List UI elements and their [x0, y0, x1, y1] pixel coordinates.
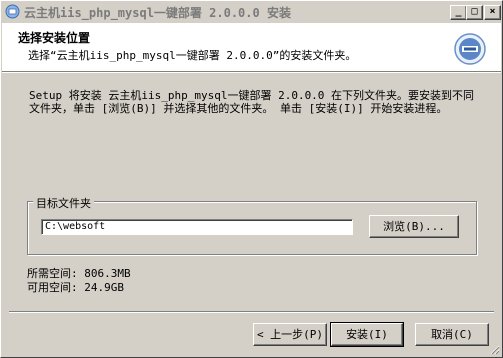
destination-group-label: 目标文件夹 — [33, 195, 94, 211]
installer-logo-icon — [454, 33, 486, 65]
install-button[interactable]: 安装(I) — [330, 322, 404, 347]
minimize-icon: _ — [455, 6, 462, 17]
footer-divider — [9, 311, 494, 313]
maximize-button[interactable]: □ — [466, 5, 483, 20]
page-subtitle: 选择“云主机iis_php_mysql一键部署 2.0.0.0”的安装文件夹。 — [28, 49, 357, 62]
browse-button[interactable]: 浏览(B)... — [369, 215, 459, 238]
title-bar[interactable]: 云主机iis_php_mysql一键部署 2.0.0.0 安装 _ □ × — [2, 2, 501, 21]
resize-grip-icon[interactable] — [488, 343, 500, 355]
minimize-button[interactable]: _ — [450, 5, 467, 20]
close-button[interactable]: × — [484, 5, 501, 20]
app-icon — [5, 4, 20, 19]
close-icon: × — [489, 6, 496, 17]
cancel-button[interactable]: 取消(C) — [415, 323, 489, 346]
instructions-text: Setup 将安装 云主机iis_php_mysql一键部署 2.0.0.0 在… — [29, 89, 475, 115]
header-panel: 选择安装位置 选择“云主机iis_php_mysql一键部署 2.0.0.0”的… — [2, 23, 501, 72]
maximize-icon: □ — [471, 6, 478, 17]
back-button[interactable]: < 上一步(P) — [253, 323, 327, 346]
window-title: 云主机iis_php_mysql一键部署 2.0.0.0 安装 — [24, 6, 291, 20]
page-title: 选择安装位置 — [18, 31, 91, 45]
destination-path-input[interactable] — [41, 219, 353, 235]
header-divider — [2, 72, 501, 73]
installer-window: 云主机iis_php_mysql一键部署 2.0.0.0 安装 _ □ × 选择… — [0, 0, 503, 358]
space-available: 可用空间: 24.9GB — [27, 281, 124, 294]
